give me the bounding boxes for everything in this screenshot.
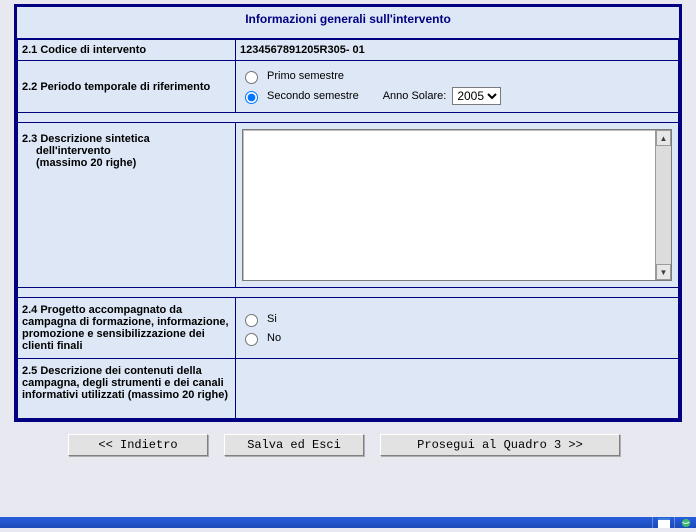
form-grid: 2.1 Codice di intervento 1234567891205R3… — [17, 39, 679, 419]
form-container: Informazioni generali sull'intervento 2.… — [14, 4, 682, 422]
label-contenuti: 2.5 Descrizione dei contenuti della camp… — [18, 359, 236, 419]
label-codice: 2.1 Codice di intervento — [18, 40, 236, 61]
value-codice: 1234567891205R305- 01 — [236, 40, 679, 61]
cell-descrizione: ▲ ▼ — [236, 123, 679, 288]
anno-solare-select[interactable]: 2005 — [452, 87, 501, 105]
scroll-down-icon[interactable]: ▼ — [656, 264, 671, 280]
label-periodo: 2.2 Periodo temporale di riferimento — [18, 61, 236, 113]
next-button[interactable]: Prosegui al Quadro 3 >> — [380, 434, 620, 456]
label-descrizione-l2: dell'intervento — [22, 145, 229, 157]
spacer — [18, 113, 679, 123]
label-descrizione-l1: 2.3 Descrizione sintetica — [22, 133, 229, 145]
radio-primo-label: Primo semestre — [267, 70, 344, 82]
descrizione-content[interactable] — [245, 132, 653, 278]
cell-contenuti — [236, 359, 679, 419]
button-bar: << Indietro Salva ed Esci Prosegui al Qu… — [0, 422, 696, 456]
radio-secondo-label: Secondo semestre — [267, 90, 359, 102]
radio-no[interactable] — [245, 333, 258, 346]
scrollbar[interactable]: ▲ ▼ — [655, 130, 671, 280]
label-descrizione-l3: (massimo 20 righe) — [22, 157, 229, 169]
section-title: Informazioni generali sull'intervento — [17, 7, 679, 39]
anno-solare-label: Anno Solare: — [383, 90, 447, 102]
scroll-up-icon[interactable]: ▲ — [656, 130, 671, 146]
radio-no-label: No — [267, 332, 281, 344]
radio-si[interactable] — [245, 314, 258, 327]
back-button[interactable]: << Indietro — [68, 434, 208, 456]
cell-progetto: Si No — [236, 298, 679, 359]
radio-primo-semestre[interactable] — [245, 71, 258, 84]
taskbar-app-icon[interactable] — [652, 517, 674, 528]
save-button[interactable]: Salva ed Esci — [224, 434, 364, 456]
taskbar — [0, 517, 696, 528]
taskbar-globe-icon[interactable] — [674, 517, 696, 528]
radio-secondo-semestre[interactable] — [245, 91, 258, 104]
label-descrizione: 2.3 Descrizione sintetica dell'intervent… — [18, 123, 236, 288]
radio-si-label: Si — [267, 313, 277, 325]
label-progetto: 2.4 Progetto accompagnato da campagna di… — [18, 298, 236, 359]
spacer — [18, 288, 679, 298]
cell-periodo: Primo semestre Secondo semestre Anno Sol… — [236, 61, 679, 113]
descrizione-textarea[interactable]: ▲ ▼ — [242, 129, 672, 281]
